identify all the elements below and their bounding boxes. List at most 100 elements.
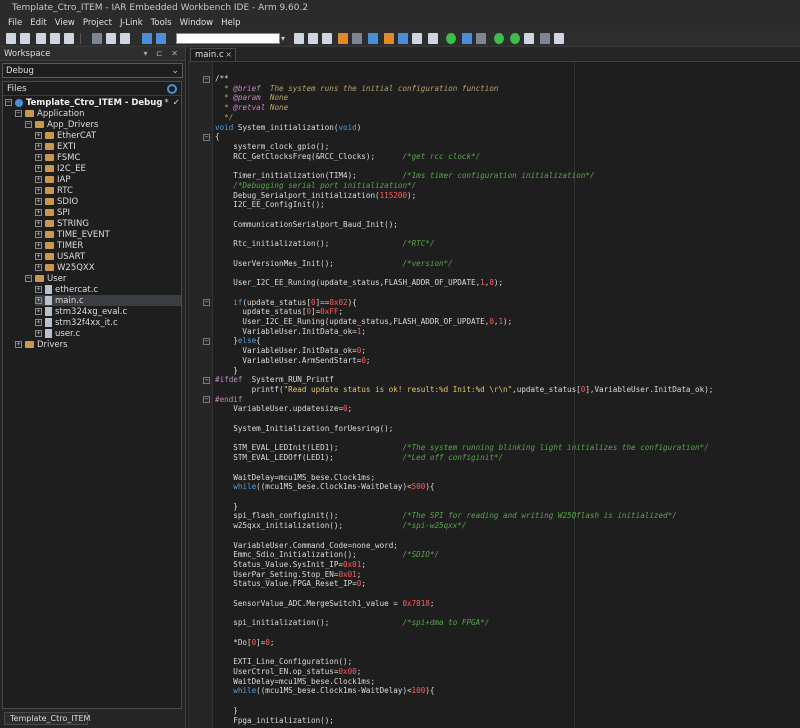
code-line[interactable]: User_I2C_EE_Runing(update_status,FLASH_A… (215, 317, 512, 327)
code-line[interactable]: UserVersionMes_Init(); /*version*/ (215, 259, 452, 269)
tree-file-main-c[interactable]: + main.c (35, 295, 181, 306)
expand-icon[interactable]: + (35, 319, 42, 326)
expand-icon[interactable]: + (35, 187, 42, 194)
collapse-icon[interactable]: − (5, 99, 12, 106)
code-line[interactable]: CommunicationSerialport_Baud_Init(); (215, 220, 398, 230)
menu-view[interactable]: View (51, 16, 79, 30)
save-icon[interactable] (36, 33, 46, 44)
expand-icon[interactable]: + (35, 264, 42, 271)
find-previous-icon[interactable] (294, 33, 304, 44)
expand-icon[interactable]: + (35, 165, 42, 172)
tree-file-stm32f4xx-it-c[interactable]: + stm32f4xx_it.c (35, 317, 118, 328)
copy-icon[interactable] (106, 33, 116, 44)
find-next-icon[interactable] (308, 33, 318, 44)
code-editor[interactable]: /** * @brief The system runs the initial… (188, 62, 800, 728)
collapse-icon[interactable]: − (15, 110, 22, 117)
configuration-select[interactable]: Debug ⌄ (2, 63, 183, 78)
code-line[interactable]: while((mcu1MS_bese.Clock1ms-WaitDelay)<1… (215, 686, 434, 696)
code-line[interactable]: /*Debugging serial port initialization*/ (215, 181, 416, 191)
tree-group-user[interactable]: − User (25, 273, 66, 284)
menu-project[interactable]: Project (79, 16, 116, 30)
tree-group-time-event[interactable]: + TIME_EVENT (35, 229, 110, 240)
collapse-icon[interactable]: − (25, 275, 32, 282)
code-line[interactable]: VariableUser.updatesize=0; (215, 404, 352, 414)
menu-tools[interactable]: Tools (147, 16, 176, 30)
fold-toggle-icon[interactable]: − (203, 337, 210, 345)
cut-icon[interactable] (92, 33, 102, 44)
menu-jlink[interactable]: J-Link (116, 16, 147, 30)
tree-file-user-c[interactable]: + user.c (35, 328, 80, 339)
code-line[interactable]: * @param None (215, 93, 288, 103)
open-file-icon[interactable] (20, 33, 30, 44)
expand-icon[interactable]: + (35, 253, 42, 260)
expand-icon[interactable]: + (35, 220, 42, 227)
navigate-forward-icon[interactable] (398, 33, 408, 44)
expand-icon[interactable]: + (35, 209, 42, 216)
code-line[interactable]: spi_initialization(); /*spi+dma to FPGA*… (215, 618, 489, 628)
pane-controls-icon[interactable]: ▾ ⊏ ✕ (143, 49, 181, 58)
expand-icon[interactable]: + (35, 308, 42, 315)
tree-group-spi[interactable]: + SPI (35, 207, 70, 218)
code-line[interactable]: }else{ (215, 336, 260, 346)
code-line[interactable]: Fpga_initialization(); (215, 716, 334, 726)
attach-icon[interactable] (524, 33, 534, 44)
code-line[interactable]: EXTI_Line_Configuration(); (215, 657, 352, 667)
workspace-project-tab[interactable]: Template_Ctro_ITEM (4, 712, 90, 725)
undo-icon[interactable] (142, 33, 152, 44)
code-line[interactable]: UserCtrol_EN.op_status=0x00; (215, 667, 361, 677)
code-line[interactable]: Status_Value.FPGA_Reset_IP=0; (215, 579, 366, 589)
download-and-debug-icon[interactable] (494, 33, 504, 44)
stop-build-icon[interactable] (476, 33, 486, 44)
tree-group-iap[interactable]: + IAP (35, 174, 70, 185)
find-combo-input[interactable] (176, 33, 280, 44)
paste-icon[interactable] (120, 33, 130, 44)
expand-icon[interactable]: + (35, 132, 42, 139)
fold-toggle-icon[interactable]: − (203, 75, 210, 83)
code-line[interactable]: if(update_status[0]==0x02){ (215, 298, 356, 308)
code-line[interactable]: systerm_clock_gpio(); (215, 142, 329, 152)
tree-group-rtc[interactable]: + RTC (35, 185, 73, 196)
code-line[interactable]: w25qxx_initialization(); /*spi-w25qxx*/ (215, 521, 466, 531)
code-line[interactable]: Rtc_initialization(); /*RTC*/ (215, 239, 434, 249)
code-line[interactable]: STM_EVAL_LEDOff(LED1); /*Led off configi… (215, 453, 503, 463)
code-line[interactable]: } (215, 366, 238, 376)
menu-edit[interactable]: Edit (26, 16, 50, 30)
expand-icon[interactable]: + (35, 198, 42, 205)
download-icon[interactable] (462, 33, 472, 44)
go-to-icon[interactable] (338, 33, 348, 44)
options-icon[interactable] (554, 33, 564, 44)
code-line[interactable]: RCC_GetClocksFreq(&RCC_Clocks); /*get rc… (215, 152, 480, 162)
code-line[interactable]: * @brief The system runs the initial con… (215, 84, 498, 94)
expand-icon[interactable]: + (35, 154, 42, 161)
menu-help[interactable]: Help (217, 16, 244, 30)
collapse-icon[interactable]: − (25, 121, 32, 128)
code-line[interactable]: User_I2C_EE_Runing(update_status,FLASH_A… (215, 278, 503, 288)
compile-icon[interactable] (412, 33, 422, 44)
expand-icon[interactable]: + (35, 286, 42, 293)
tree-group-string[interactable]: + STRING (35, 218, 89, 229)
redo-icon[interactable] (156, 33, 166, 44)
code-line[interactable]: #endif (215, 395, 242, 405)
fold-toggle-icon[interactable]: − (203, 376, 210, 384)
expand-icon[interactable]: + (35, 330, 42, 337)
debug-icon[interactable] (446, 33, 456, 44)
navigate-back-icon[interactable] (368, 33, 378, 44)
tree-group-fsmc[interactable]: + FSMC (35, 152, 80, 163)
expand-icon[interactable]: + (35, 297, 42, 304)
code-line[interactable]: Status_Value.SysInit_IP=0x01; (215, 560, 366, 570)
expand-icon[interactable]: + (35, 242, 42, 249)
tree-group-drivers[interactable]: + Drivers (15, 339, 68, 350)
bookmark-icon[interactable] (352, 33, 362, 44)
code-line[interactable]: */ (215, 113, 233, 123)
code-line[interactable]: WaitDelay=mcu1MS_bese.Clock1ms; (215, 473, 375, 483)
code-line[interactable]: } (215, 706, 238, 716)
chevron-down-icon[interactable]: ▾ (281, 33, 285, 44)
code-line[interactable]: * @retval None (215, 103, 288, 113)
code-line[interactable]: Timer_initialization(TIM4); /*1ms timer … (215, 171, 594, 181)
code-line[interactable]: void System_initialization(void) (215, 123, 361, 133)
menu-file[interactable]: File (4, 16, 26, 30)
expand-icon[interactable]: + (35, 176, 42, 183)
code-line[interactable]: while((mcu1MS_bese.Clock1ms-WaitDelay)<5… (215, 482, 434, 492)
code-line[interactable]: VariableUser.Command_Code=none_word; (215, 541, 398, 551)
print-icon[interactable] (64, 33, 74, 44)
